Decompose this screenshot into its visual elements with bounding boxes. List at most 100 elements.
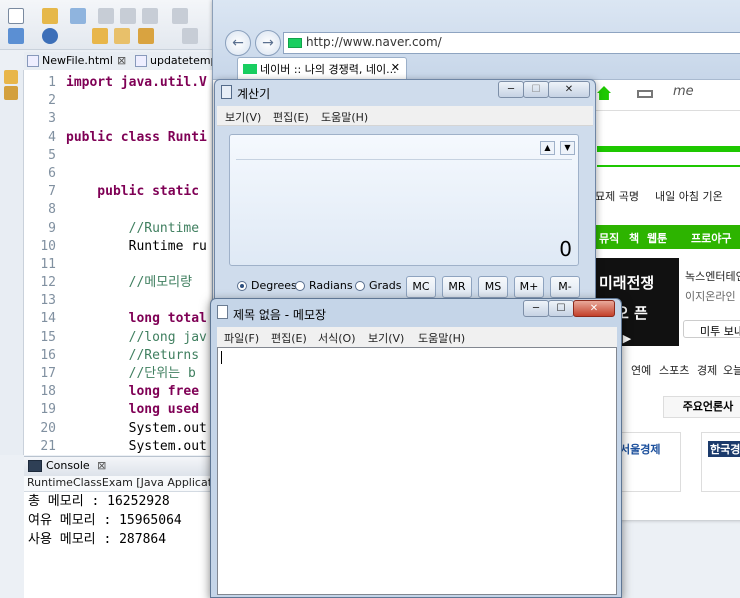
new-class-icon[interactable] [8, 28, 24, 44]
menu-edit[interactable]: 편집(E) [271, 330, 307, 346]
save-icon[interactable] [98, 8, 114, 24]
forward-button[interactable]: → [255, 30, 281, 56]
radio-label: Degrees [251, 279, 297, 292]
code-line: long free [66, 384, 200, 400]
maximize-button[interactable]: ☐ [548, 300, 574, 317]
outline-icon[interactable] [4, 86, 18, 100]
category-today[interactable]: 오늘 [723, 362, 740, 378]
code-editor[interactable]: 1 2 3 4 5 6 7 8 9 10 11 12 13 14 15 16 17 18 19 20 21 import… [24, 70, 224, 455]
history-down-button[interactable]: ▼ [560, 141, 575, 155]
toggle-icon[interactable] [172, 8, 188, 24]
mr-button[interactable]: MR [442, 276, 472, 298]
menu-help[interactable]: 도움말(H) [321, 109, 368, 125]
press-thumb-2[interactable]: 한국경 [701, 432, 740, 492]
new-icon[interactable] [8, 8, 24, 24]
menu-help[interactable]: 도움말(H) [418, 330, 465, 346]
rank-item[interactable]: 묘제 곡명 [595, 188, 639, 204]
console-tab-label: Console [46, 459, 90, 472]
notepad-window: 제목 없음 - 메모장 ─ ☐ ✕ 파일(F) 편집(E) 서식(O) 보기(V… [210, 298, 622, 598]
category-ent[interactable]: 연예 [631, 362, 651, 378]
press-header[interactable]: 주요언론사 [663, 396, 740, 418]
open-type-icon[interactable] [42, 8, 58, 24]
side-news-title[interactable]: 녹스엔터테인 [685, 268, 740, 284]
line-number: 12 [40, 275, 56, 291]
category-economy[interactable]: 경제 [697, 362, 717, 378]
pin-icon[interactable] [182, 28, 198, 44]
minimize-button[interactable]: ─ [523, 300, 549, 317]
minimize-button[interactable]: ─ [498, 81, 524, 98]
console-description: RuntimeClassExam [Java Application] [24, 476, 224, 492]
address-bar[interactable]: http://www.naver.com/ [283, 32, 740, 54]
m-plus-button[interactable]: M+ [514, 276, 544, 298]
tab-close-icon[interactable]: ✕ [391, 61, 400, 74]
back-button[interactable]: ← [225, 30, 251, 56]
notepad-title: 제목 없음 - 메모장 [233, 308, 327, 322]
press-header-label: 주요언론사 [682, 400, 734, 413]
close-button[interactable]: ✕ [573, 300, 615, 317]
radio-radians[interactable]: Radians [295, 279, 353, 292]
press-thumb-1[interactable]: 서울경제 [613, 432, 681, 492]
display-divider [236, 159, 572, 160]
me2-button[interactable]: 미투 보내 [683, 320, 740, 338]
radio-grads[interactable]: Grads [355, 279, 402, 292]
code-line: import java.util.V [66, 75, 207, 90]
editor-tabs: NewFile.html ⊠ updatetemp [24, 52, 224, 70]
console-line: 사용 메모리 : 287864 [28, 532, 167, 547]
menu-webtoon[interactable]: 웹툰 [647, 230, 667, 246]
console-close-icon[interactable]: ⊠ [97, 459, 106, 472]
m-minus-button[interactable]: M- [550, 276, 580, 298]
notepad-text-area[interactable] [217, 347, 617, 595]
line-number: 1 [48, 75, 56, 90]
category-sports[interactable]: 스포츠 [659, 362, 689, 378]
tab-newfile[interactable]: NewFile.html ⊠ [24, 52, 126, 70]
line-numbers: 1 2 3 4 5 6 7 8 9 10 11 12 13 14 15 16 17 18 19 20 21 [24, 74, 56, 456]
code-line: //메모리량 [66, 275, 193, 291]
menu-music[interactable]: 뮤직 [599, 230, 619, 246]
menu-edit[interactable]: 편집(E) [273, 109, 309, 125]
menu-baseball[interactable]: 프로야구 [691, 230, 731, 246]
history-up-button[interactable]: ▲ [540, 141, 555, 155]
tab-close-icon[interactable]: ⊠ [117, 54, 126, 67]
browser-tab[interactable]: 네이버 :: 나의 경쟁력, 네이... ✕ [237, 57, 407, 79]
save-all-icon[interactable] [120, 8, 136, 24]
code-content[interactable]: import java.util.V public class Runti pub… [66, 74, 226, 456]
line-number: 18 [40, 384, 56, 400]
rank-item[interactable]: 내일 아침 기온 [655, 188, 723, 204]
menu-format[interactable]: 서식(O) [318, 330, 355, 346]
menu-book[interactable]: 책 [629, 230, 639, 246]
open-task-icon[interactable] [70, 8, 86, 24]
mail-icon[interactable] [637, 90, 653, 98]
tab-updatetemp[interactable]: updatetemp [132, 52, 218, 70]
line-number: 2 [48, 93, 56, 109]
menu-view[interactable]: 보기(V) [225, 109, 261, 125]
mc-button[interactable]: MC [406, 276, 436, 298]
html-file-icon [27, 55, 39, 67]
open-folder-icon[interactable] [92, 28, 108, 44]
menu-view[interactable]: 보기(V) [368, 330, 404, 346]
ms-button[interactable]: MS [478, 276, 508, 298]
me-link[interactable]: me [673, 84, 694, 99]
side-news-sub[interactable]: 이지온라인 [685, 288, 736, 304]
browser-tab-title: 네이버 :: 나의 경쟁력, 네이... [260, 63, 397, 76]
print-icon[interactable] [142, 8, 158, 24]
home-icon[interactable] [597, 86, 611, 100]
line-number: 3 [48, 111, 56, 127]
jsp-file-icon [135, 55, 147, 67]
package-explorer-icon[interactable] [4, 70, 18, 84]
maximize-button[interactable]: ☐ [523, 81, 549, 98]
eclipse-toolbar [0, 0, 230, 50]
radio-degrees[interactable]: Degrees [237, 279, 297, 292]
run-settings-icon[interactable] [42, 28, 58, 44]
line-number: 4 [48, 129, 56, 145]
calculator-icon [221, 85, 232, 99]
close-button[interactable]: ✕ [548, 81, 590, 98]
console-output[interactable]: 총 메모리 : 16252928 여유 메모리 : 15965064 사용 메모… [24, 492, 224, 598]
menu-file[interactable]: 파일(F) [224, 330, 259, 346]
top-divider [593, 110, 740, 111]
open-file-icon[interactable] [114, 28, 130, 44]
tab-console[interactable]: Console ⊠ [28, 459, 106, 472]
search-tool-icon[interactable] [138, 28, 154, 44]
